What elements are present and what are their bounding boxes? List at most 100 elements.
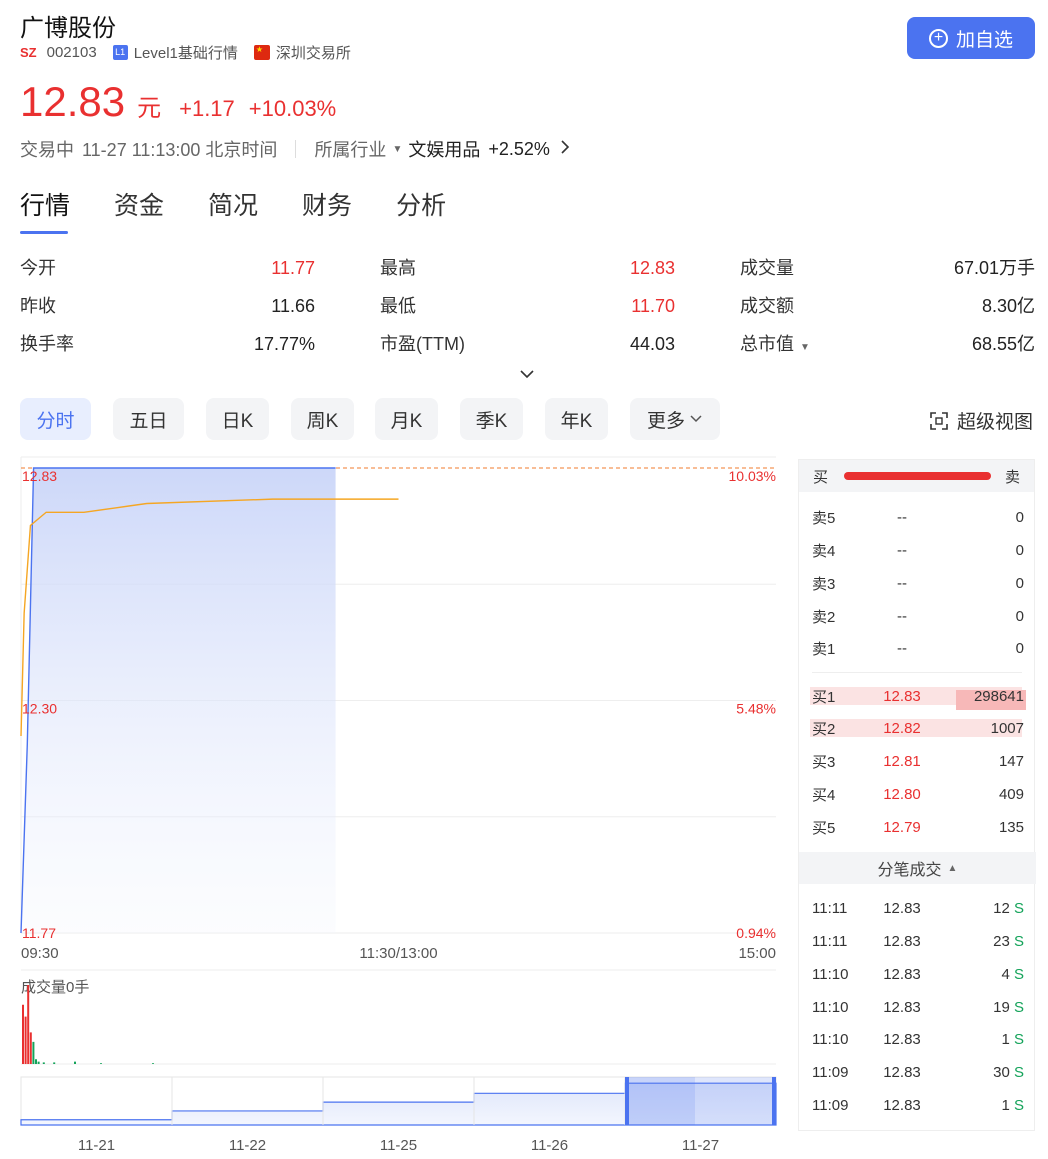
row-volume: 1007 [932,720,1024,737]
volume-bars: 成交量0手 [21,969,776,1065]
volume-bar [32,1041,35,1064]
row-volume: 409 [932,786,1024,803]
ask-row: 卖4 -- 0 [812,538,1024,562]
stat-value-amount: 8.30亿 [981,296,1035,316]
volume-label: 成交量0手 [21,978,89,996]
volume-text: 12 [993,899,1010,917]
volume-bar [24,1016,27,1064]
volume-text: 0 [1015,508,1024,526]
expand-chevron-icon[interactable] [517,364,537,384]
tab-profile[interactable]: 简况 [208,186,258,234]
row-volume: 4 S [932,966,1024,983]
stat-label-low: 最低 [380,296,416,316]
row-price: -- [897,639,907,657]
buy-sell-ratio-bar [844,472,991,480]
volume-text: 1007 [990,719,1024,737]
market-tag: SZ [20,44,37,60]
tab-finance[interactable]: 财务 [302,186,352,234]
caret-down-icon[interactable]: ▼ [800,342,810,353]
volume-text: 23 [993,932,1010,950]
stat-label-turnover: 换手率 [20,334,74,354]
stat-value-low: 11.70 [631,296,675,316]
volume-bar [37,1061,40,1064]
row-label: 买1 [812,688,836,706]
trade-side: S [1009,899,1024,917]
row-volume: 23 S [932,933,1024,950]
row-price: 12.83 [883,932,921,950]
row-volume: 298641 [932,688,1026,710]
tab-analysis[interactable]: 分析 [396,186,446,234]
tab-funds[interactable]: 资金 [114,186,164,234]
x-tick: 15:00 [738,945,776,962]
row-label: 买5 [812,819,836,837]
period-yearly-k[interactable]: 年K [545,398,608,440]
row-price: 12.82 [883,719,921,737]
row-volume: 135 [932,819,1024,836]
exchange-name: 深圳交易所 [275,44,351,62]
quote-time: 11-27 11:13:00 北京时间 [82,140,278,160]
stat-label-amount: 成交额 [740,296,794,316]
chevron-right-icon[interactable] [560,139,570,160]
trade-side: S [1009,932,1024,950]
row-label: 11:09 [812,1096,849,1114]
caret-down-icon[interactable]: ▼ [392,144,402,155]
order-book: 买 卖 卖5 -- 0 卖4 -- 0 卖3 -- 0 卖2 -- 0 卖1 -- 0 买1 12.83 2986… [798,459,1036,1131]
period-five-day[interactable]: 五日 [113,398,184,440]
super-view-button[interactable]: 超级视图 [929,407,1033,434]
row-volume: 1 S [932,1097,1024,1114]
row-label: 卖4 [812,542,836,560]
china-flag-icon [253,44,270,60]
ask-row: 卖5 -- 0 [812,505,1024,529]
volume-text: 0 [1015,574,1024,592]
tick-row: 11:09 12.83 30 S [812,1060,1024,1084]
volume-text: 1 [1001,1030,1010,1048]
row-volume: 0 [932,542,1024,559]
trade-side: S [1009,1063,1024,1081]
tab-quote[interactable]: 行情 [20,186,70,234]
row-label: 11:10 [812,998,849,1016]
fullscreen-icon [930,411,948,430]
stat-label-prev-close: 昨收 [20,296,56,316]
stat-value-turnover: 17.77% [253,334,315,354]
row-label: 卖2 [812,608,836,626]
stock-name: 广博股份 [20,15,116,42]
y-right-tick: 0.94% [736,925,776,941]
row-price: -- [897,574,907,592]
add-watchlist-button[interactable]: + 加自选 [907,17,1035,59]
tick-trades-label: 分笔成交 [877,862,942,879]
volume-text: 0 [1015,607,1024,625]
row-price: 12.83 [883,1063,921,1081]
stat-label-market-cap[interactable]: 总市值 ▼ [740,332,816,356]
overview-date: 11-21 [78,1137,115,1154]
period-intraday[interactable]: 分时 [20,398,91,440]
period-more[interactable]: 更多 [630,398,720,440]
volume-text: 30 [993,1063,1010,1081]
tick-row: 11:10 12.83 19 S [812,995,1024,1019]
period-daily-k[interactable]: 日K [206,398,269,440]
row-volume: 19 S [932,999,1024,1016]
stat-label-high: 最高 [380,258,416,278]
stock-meta: SZ 002103 L1 Level1基础行情 深圳交易所 [20,42,351,62]
bid-row: 买2 12.82 1007 [810,716,1024,740]
period-weekly-k[interactable]: 周K [291,398,354,440]
row-label: 卖1 [812,640,836,658]
industry-name[interactable]: 文娱用品 [408,136,480,162]
price-unit: 元 [137,95,162,122]
row-label: 买3 [812,753,836,771]
row-volume: 0 [932,640,1024,657]
row-price: -- [897,607,907,625]
overview-handle-right [772,1077,776,1125]
row-label: 买4 [812,786,836,804]
row-volume: 0 [932,575,1024,592]
row-label: 买2 [812,720,836,738]
row-price: 12.83 [883,998,921,1016]
bid-row: 买5 12.79 135 [812,815,1024,839]
tick-trades-header[interactable]: 分笔成交 ▲ [799,852,1036,884]
row-price: 12.83 [883,687,921,705]
period-quarterly-k[interactable]: 季K [460,398,523,440]
intraday-chart[interactable]: 12.83 12.30 11.77 10.03% 5.48% 0.94% 09:30 11:3… [0,455,790,1159]
y-left-tick: 12.83 [22,468,57,484]
row-label: 11:09 [812,1063,849,1081]
period-monthly-k[interactable]: 月K [375,398,438,440]
level-text: Level1基础行情 [133,44,238,62]
